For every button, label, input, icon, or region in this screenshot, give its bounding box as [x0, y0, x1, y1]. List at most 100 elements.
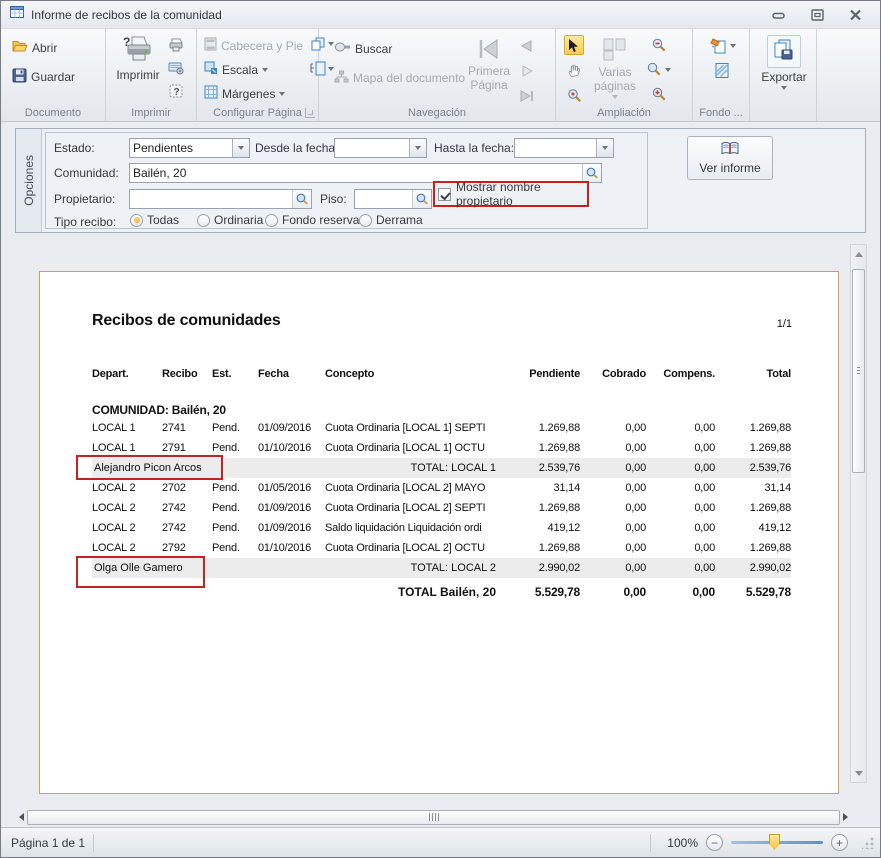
- propietario-search-icon[interactable]: [292, 190, 311, 208]
- cell-total: 1.269,88: [715, 542, 791, 554]
- close-button[interactable]: [844, 7, 866, 23]
- restore-button[interactable]: [806, 7, 828, 23]
- cell-est: Pend.: [212, 422, 258, 434]
- options-tab[interactable]: Opciones: [16, 129, 42, 232]
- scroll-up-icon[interactable]: [851, 246, 866, 262]
- open-book-icon: [720, 141, 740, 159]
- estado-input[interactable]: [130, 141, 232, 155]
- total-label: TOTAL: LOCAL 2: [411, 562, 504, 574]
- scroll-left-icon[interactable]: [19, 808, 24, 826]
- radio-dot-icon: [130, 214, 143, 227]
- cell-est: Pend.: [212, 542, 258, 554]
- ribbon-empty-area: [817, 29, 880, 121]
- pointer-tool-icon[interactable]: [564, 35, 584, 55]
- cell-pendiente: 1.269,88: [504, 542, 580, 554]
- table-row: LOCAL 12741Pend.01/09/2016Cuota Ordinari…: [92, 418, 791, 438]
- radio-ordinaria[interactable]: Ordinaria: [197, 213, 263, 227]
- options-panel: Opciones Estado: Desde la fecha: Hasta l…: [15, 128, 866, 233]
- zoom-in-icon[interactable]: [649, 84, 669, 104]
- desde-fecha-input[interactable]: [335, 141, 409, 155]
- scale-icon: [204, 61, 218, 78]
- cell-concepto: Cuota Ordinaria [LOCAL 1] SEPTI: [325, 422, 504, 434]
- report-page-indicator: 1/1: [752, 318, 792, 330]
- cell-cobrado: 0,00: [580, 522, 646, 534]
- save-button[interactable]: Guardar: [9, 66, 103, 88]
- resize-grip-icon: [862, 837, 874, 849]
- cell-depart: LOCAL 2: [92, 502, 162, 514]
- print-options-icon[interactable]: [166, 58, 186, 78]
- mostrar-propietario-checkbox[interactable]: [438, 188, 451, 201]
- mostrar-propietario-label: Mostrar nombre propietario: [456, 180, 587, 208]
- radio-derrama[interactable]: Derrama: [359, 213, 423, 227]
- printer-icon: ?: [122, 35, 154, 68]
- scale-button[interactable]: Escala: [201, 59, 306, 80]
- total-label: TOTAL Bailén, 20: [398, 585, 504, 599]
- desde-fecha-combobox[interactable]: [334, 138, 427, 158]
- table-row: LOCAL 22742Pend.01/09/2016Cuota Ordinari…: [92, 498, 791, 518]
- piso-field[interactable]: [354, 189, 432, 209]
- zoom-level-icon[interactable]: [646, 62, 671, 77]
- piso-search-icon[interactable]: [412, 190, 431, 208]
- cell-cobrado: 0,00: [580, 542, 646, 554]
- scroll-right-icon[interactable]: [843, 808, 848, 826]
- propietario-field[interactable]: [129, 189, 312, 209]
- search-button[interactable]: Buscar: [331, 39, 461, 58]
- zoom-in-button[interactable]: +: [831, 834, 848, 851]
- horizontal-scrollbar[interactable]: [19, 809, 848, 825]
- piso-input[interactable]: [355, 192, 412, 206]
- cell-pendiente: 31,14: [504, 482, 580, 494]
- quick-print-icon[interactable]: [166, 35, 186, 55]
- report-title: Recibos de comunidades: [92, 312, 281, 330]
- open-button[interactable]: Abrir: [9, 37, 103, 58]
- table-header-row: Depart. Recibo Est. Fecha Concepto Pendi…: [92, 366, 791, 382]
- hasta-fecha-input[interactable]: [515, 141, 596, 155]
- desde-fecha-dropdown-button[interactable]: [409, 139, 426, 157]
- minimize-button[interactable]: [768, 7, 790, 23]
- cell-fecha: 01/05/2016: [258, 482, 325, 494]
- export-icon: [767, 35, 801, 68]
- status-bar: Página 1 de 1 100% − +: [1, 827, 880, 857]
- group-label-configurar: Configurar Página: [197, 107, 318, 119]
- hasta-fecha-combobox[interactable]: [514, 138, 614, 158]
- radio-todas[interactable]: Todas: [130, 213, 179, 227]
- ribbon-group-configurar-pagina: Cabecera y Pie Escala Márgenes Configura…: [197, 29, 319, 121]
- estado-combobox[interactable]: [129, 138, 250, 158]
- zoom-slider-thumb[interactable]: [769, 834, 780, 850]
- propietario-input[interactable]: [130, 192, 292, 206]
- cell-pendiente: 1.269,88: [504, 502, 580, 514]
- page-color-icon[interactable]: [709, 37, 736, 54]
- cell-total: 5.529,78: [715, 585, 791, 599]
- cell-compens: 0,00: [646, 462, 715, 474]
- estado-dropdown-button[interactable]: [232, 139, 249, 157]
- zoom-out-icon[interactable]: [649, 35, 669, 55]
- print-help-icon[interactable]: ?: [166, 81, 186, 101]
- zoom-out-button[interactable]: −: [706, 834, 723, 851]
- scroll-down-icon[interactable]: [851, 765, 866, 781]
- owner-name: Alejandro Picon Arcos: [92, 462, 202, 474]
- margins-button[interactable]: Márgenes: [201, 83, 306, 104]
- cell-depart: LOCAL 2: [92, 542, 162, 554]
- vertical-scrollbar[interactable]: [850, 244, 867, 783]
- comunidad-input[interactable]: [130, 166, 582, 180]
- comunidad-label: Comunidad:: [54, 166, 119, 180]
- print-button[interactable]: ? Imprimir: [110, 33, 166, 105]
- total-label-area: TOTAL Bailén, 20: [92, 582, 504, 602]
- report-table: Depart. Recibo Est. Fecha Concepto Pendi…: [92, 366, 791, 602]
- horizontal-scrollbar-thumb[interactable]: [27, 810, 840, 825]
- vertical-scrollbar-thumb[interactable]: [852, 269, 865, 473]
- zoom-region-icon[interactable]: [564, 85, 584, 105]
- export-button[interactable]: Exportar: [754, 33, 814, 92]
- estado-label: Estado:: [54, 141, 95, 155]
- cell-depart: LOCAL 1: [92, 442, 162, 454]
- hand-tool-icon[interactable]: [564, 60, 584, 80]
- ribbon-group-ampliacion: Varias páginas Ampliación: [556, 29, 693, 121]
- header-footer-button: Cabecera y Pie: [201, 35, 306, 56]
- cell-pendiente: 419,12: [504, 522, 580, 534]
- hasta-fecha-dropdown-button[interactable]: [596, 139, 613, 157]
- radio-dot-icon: [197, 214, 210, 227]
- watermark-icon[interactable]: [714, 62, 730, 84]
- radio-fondo-reserva[interactable]: Fondo reserva: [265, 213, 359, 227]
- tipo-recibo-label: Tipo recibo:: [54, 215, 116, 229]
- zoom-slider[interactable]: [731, 841, 823, 844]
- view-report-button[interactable]: Ver informe: [687, 136, 773, 180]
